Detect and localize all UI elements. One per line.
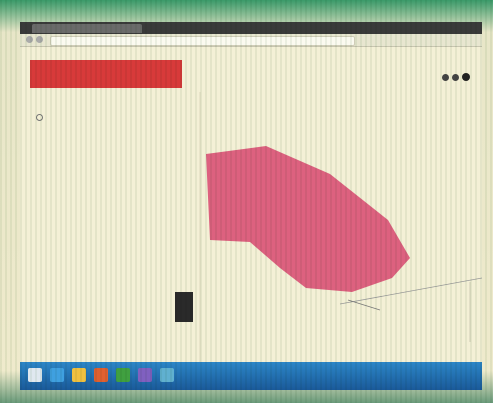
app-header bbox=[30, 60, 182, 88]
settings-icon[interactable] bbox=[452, 74, 459, 81]
app-icon-2[interactable] bbox=[160, 368, 174, 382]
user-icon[interactable] bbox=[442, 74, 449, 81]
chrome-icon[interactable] bbox=[116, 368, 130, 382]
start-icon[interactable] bbox=[28, 368, 42, 382]
app-icon[interactable] bbox=[138, 368, 152, 382]
menu-icon[interactable] bbox=[462, 73, 470, 81]
map-canvas[interactable] bbox=[170, 82, 482, 382]
radio-icon[interactable] bbox=[36, 114, 43, 121]
monitor-screen bbox=[20, 22, 482, 390]
address-bar bbox=[20, 34, 482, 47]
ie-icon[interactable] bbox=[50, 368, 64, 382]
back-icon[interactable] bbox=[26, 36, 33, 43]
map-polygon[interactable] bbox=[206, 146, 410, 292]
forward-icon[interactable] bbox=[36, 36, 43, 43]
folder-icon[interactable] bbox=[72, 368, 86, 382]
browser-tab-strip bbox=[20, 22, 482, 34]
map-road-line-2 bbox=[347, 299, 381, 311]
media-icon[interactable] bbox=[94, 368, 108, 382]
browser-tab[interactable] bbox=[32, 24, 142, 33]
url-input[interactable] bbox=[50, 36, 355, 46]
map-inset-thumbnail[interactable] bbox=[175, 292, 193, 322]
sidebar-option[interactable] bbox=[36, 114, 47, 121]
taskbar bbox=[20, 362, 482, 390]
